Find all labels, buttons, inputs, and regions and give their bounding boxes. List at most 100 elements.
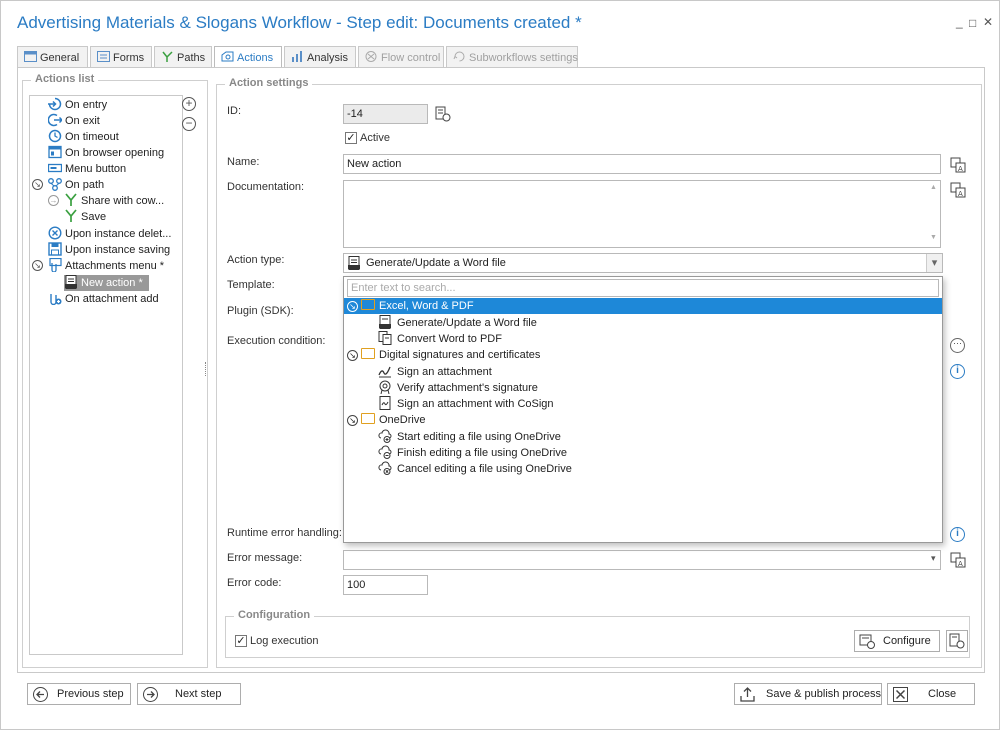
option-sign-cosign[interactable]: Sign an attachment with CoSign — [378, 396, 554, 412]
cloud-cancel-icon — [378, 461, 392, 475]
option-start-onedrive-edit[interactable]: Start editing a file using OneDrive — [378, 429, 561, 445]
action-type-select[interactable]: Generate/Update a Word file ▾ — [343, 253, 943, 273]
error-message-dropdown-arrow[interactable]: ▾ — [931, 553, 936, 564]
expand-icon: ↘ — [347, 350, 358, 361]
next-step-button[interactable]: Next step — [137, 683, 241, 705]
window-title: Advertising Materials & Slogans Workflow… — [17, 13, 582, 32]
forms-icon — [97, 51, 110, 62]
group-onedrive[interactable]: ↘ OneDrive — [347, 412, 425, 428]
paths-icon — [162, 51, 173, 62]
action-type-search-input[interactable]: Enter text to search... — [347, 279, 939, 297]
tab-forms[interactable]: Forms — [90, 46, 152, 68]
configuration-details-button[interactable] — [946, 630, 968, 652]
step-edit-window: Advertising Materials & Slogans Workflow… — [0, 0, 1000, 730]
translate-error-message-icon[interactable]: A — [950, 552, 966, 568]
attachment-add-icon — [50, 294, 62, 305]
option-generate-update-word[interactable]: Generate/Update a Word file — [378, 315, 537, 331]
action-type-label: Action type: — [227, 254, 285, 266]
group-excel-word-pdf[interactable]: ↘ Excel, Word & PDF — [344, 298, 942, 314]
path-icon — [48, 178, 62, 191]
more-options-button[interactable]: ··· — [950, 338, 965, 353]
tab-actions[interactable]: Actions — [214, 46, 282, 69]
log-execution-checkbox[interactable]: ✓ — [235, 635, 247, 647]
tree-node-save[interactable]: Save — [64, 209, 106, 225]
tree-node-on-exit[interactable]: On exit — [48, 113, 100, 129]
action-type-value: Generate/Update a Word file — [366, 257, 506, 269]
path-branch-icon — [65, 209, 77, 222]
remove-action-button[interactable]: − — [182, 117, 196, 131]
active-checkbox[interactable]: ✓ — [345, 132, 357, 144]
id-field: -14 — [343, 104, 428, 124]
tree-node-new-action[interactable]: New action * — [64, 275, 149, 291]
publish-icon — [740, 687, 755, 702]
close-window-button[interactable]: ✕ — [983, 15, 993, 29]
option-sign-attachment[interactable]: Sign an attachment — [378, 364, 492, 380]
runtime-error-info-icon[interactable]: i — [950, 527, 965, 542]
cosign-icon — [379, 396, 391, 410]
group-digital-signatures[interactable]: ↘ Digital signatures and certificates — [347, 347, 540, 363]
svg-text:A: A — [958, 190, 963, 198]
menu-button-icon — [48, 163, 62, 173]
exit-icon — [48, 113, 62, 127]
collapse-attachments-menu-icon[interactable]: ↘ — [32, 260, 43, 271]
active-label: Active — [360, 132, 390, 144]
actions-tree[interactable]: On entry On exit On timeout On browser o… — [29, 95, 183, 655]
tree-node-attachments-menu[interactable]: Attachments menu * — [48, 258, 164, 274]
tree-node-upon-instance-saving[interactable]: Upon instance saving — [48, 242, 170, 258]
tree-node-upon-instance-delete[interactable]: Upon instance delet... — [48, 226, 171, 242]
tab-paths[interactable]: Paths — [154, 46, 212, 68]
minimize-button[interactable]: _ — [956, 15, 963, 29]
action-type-dropdown-arrow[interactable]: ▾ — [926, 254, 942, 272]
execution-condition-info-icon[interactable]: i — [950, 364, 965, 379]
option-verify-signature[interactable]: Verify attachment's signature — [378, 380, 538, 396]
doc-scroll-down-icon[interactable]: ▼ — [930, 234, 937, 241]
option-convert-word-pdf[interactable]: Convert Word to PDF — [378, 331, 502, 347]
documentation-field[interactable] — [343, 180, 941, 248]
configure-icon — [859, 634, 875, 649]
previous-icon — [33, 687, 48, 702]
folder-icon — [361, 413, 375, 424]
collapse-on-path-icon[interactable]: ↘ — [32, 179, 43, 190]
tree-node-menu-button[interactable]: Menu button — [48, 161, 126, 177]
tree-node-on-path[interactable]: On path — [48, 177, 104, 193]
cloud-start-icon — [378, 429, 392, 443]
tree-node-on-attachment-add[interactable]: On attachment add — [48, 291, 159, 307]
tree-node-on-timeout[interactable]: On timeout — [48, 129, 119, 145]
path-branch-icon — [65, 193, 77, 206]
cloud-finish-icon — [378, 445, 392, 459]
error-code-field[interactable]: 100 — [343, 575, 428, 595]
attachments-menu-icon — [49, 258, 62, 272]
translate-documentation-icon[interactable]: A — [950, 182, 966, 198]
tab-analysis[interactable]: Analysis — [284, 46, 356, 68]
doc-scroll-up-icon[interactable]: ▲ — [930, 184, 937, 191]
tree-node-on-entry[interactable]: On entry — [48, 97, 107, 113]
tab-subworkflows-settings[interactable]: Subworkflows settings — [446, 46, 578, 68]
option-cancel-onedrive-edit[interactable]: Cancel editing a file using OneDrive — [378, 461, 572, 477]
actions-list-legend: Actions list — [31, 73, 99, 85]
error-code-label: Error code: — [227, 577, 282, 589]
tree-node-on-browser-opening[interactable]: On browser opening — [48, 145, 164, 161]
verify-signature-icon — [379, 380, 391, 394]
close-button[interactable]: Close — [887, 683, 975, 705]
tab-general[interactable]: General — [17, 46, 88, 68]
browser-icon — [48, 145, 62, 159]
delete-circle-icon — [48, 226, 62, 240]
id-details-icon[interactable] — [435, 106, 451, 122]
name-field[interactable]: New action — [343, 154, 941, 174]
error-message-field[interactable] — [343, 550, 941, 570]
panel-splitter[interactable] — [205, 362, 207, 376]
configure-button[interactable]: Configure — [854, 630, 940, 652]
tree-node-share-with-cow[interactable]: Share with cow... — [64, 193, 164, 209]
folder-icon — [361, 348, 375, 359]
save-publish-button[interactable]: Save & publish process — [734, 683, 882, 705]
add-action-button[interactable]: + — [182, 97, 196, 111]
option-finish-onedrive-edit[interactable]: Finish editing a file using OneDrive — [378, 445, 567, 461]
subworkflows-icon — [453, 51, 465, 62]
tab-flow-control[interactable]: Flow control — [358, 46, 444, 68]
expand-share-icon[interactable]: → — [48, 195, 59, 206]
previous-step-button[interactable]: Previous step — [27, 683, 131, 705]
maximize-button[interactable]: □ — [969, 16, 976, 30]
translate-name-icon[interactable]: A — [950, 157, 966, 173]
svg-text:A: A — [958, 165, 963, 173]
runtime-error-handling-label: Runtime error handling: — [227, 527, 342, 539]
